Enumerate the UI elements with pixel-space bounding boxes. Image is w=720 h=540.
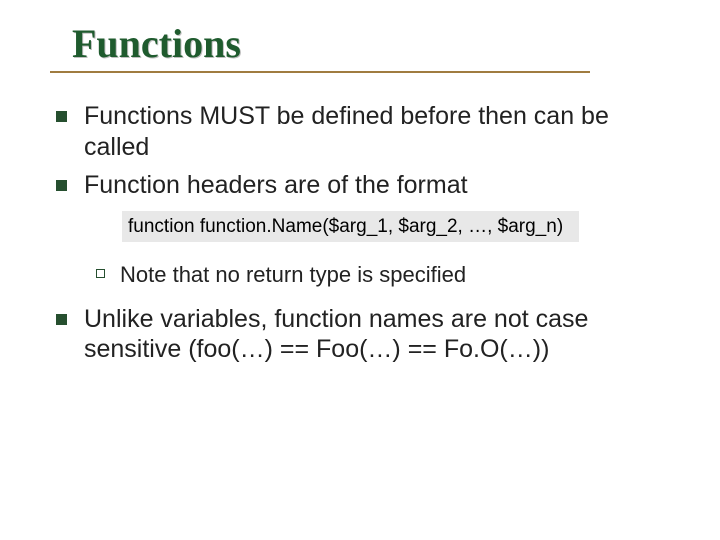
code-example: function function.Name($arg_1, $arg_2, ……: [122, 211, 579, 242]
sub-bullet-item: Note that no return type is specified: [92, 261, 680, 290]
slide-body: Functions MUST be defined before then ca…: [50, 101, 680, 365]
bullet-item: Function headers are of the format funct…: [50, 170, 680, 290]
bullet-list: Functions MUST be defined before then ca…: [50, 101, 680, 365]
sub-bullet-list: Note that no return type is specified: [92, 261, 680, 290]
slide: Functions Functions MUST be defined befo…: [0, 0, 720, 540]
title-underline: [50, 71, 590, 73]
sub-bullet-text: Note that no return type is specified: [120, 262, 466, 287]
square-bullet-icon: [56, 180, 67, 191]
bullet-text: Unlike variables, function names are not…: [84, 305, 588, 364]
square-bullet-icon: [56, 314, 67, 325]
bullet-item: Functions MUST be defined before then ca…: [50, 101, 680, 162]
bullet-item: Unlike variables, function names are not…: [50, 304, 680, 365]
slide-title: Functions: [72, 20, 680, 67]
bullet-text: Functions MUST be defined before then ca…: [84, 102, 609, 161]
square-bullet-icon: [56, 111, 67, 122]
hollow-square-bullet-icon: [96, 269, 105, 278]
bullet-text: Function headers are of the format: [84, 171, 468, 199]
